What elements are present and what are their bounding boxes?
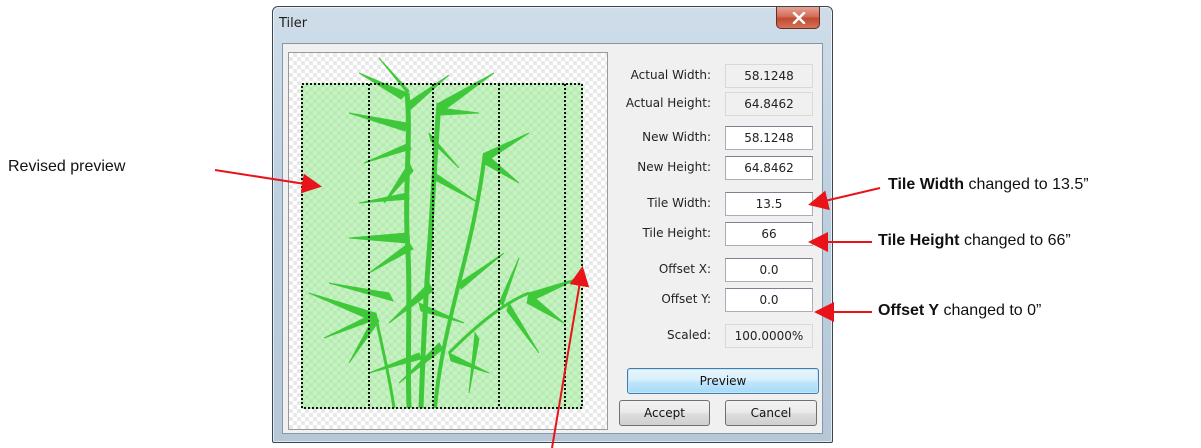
tile-width-arrow	[808, 187, 881, 211]
annotation-arrows	[214, 169, 881, 448]
tile-edge-arrow	[551, 266, 590, 448]
revised-preview-arrow	[214, 169, 322, 194]
